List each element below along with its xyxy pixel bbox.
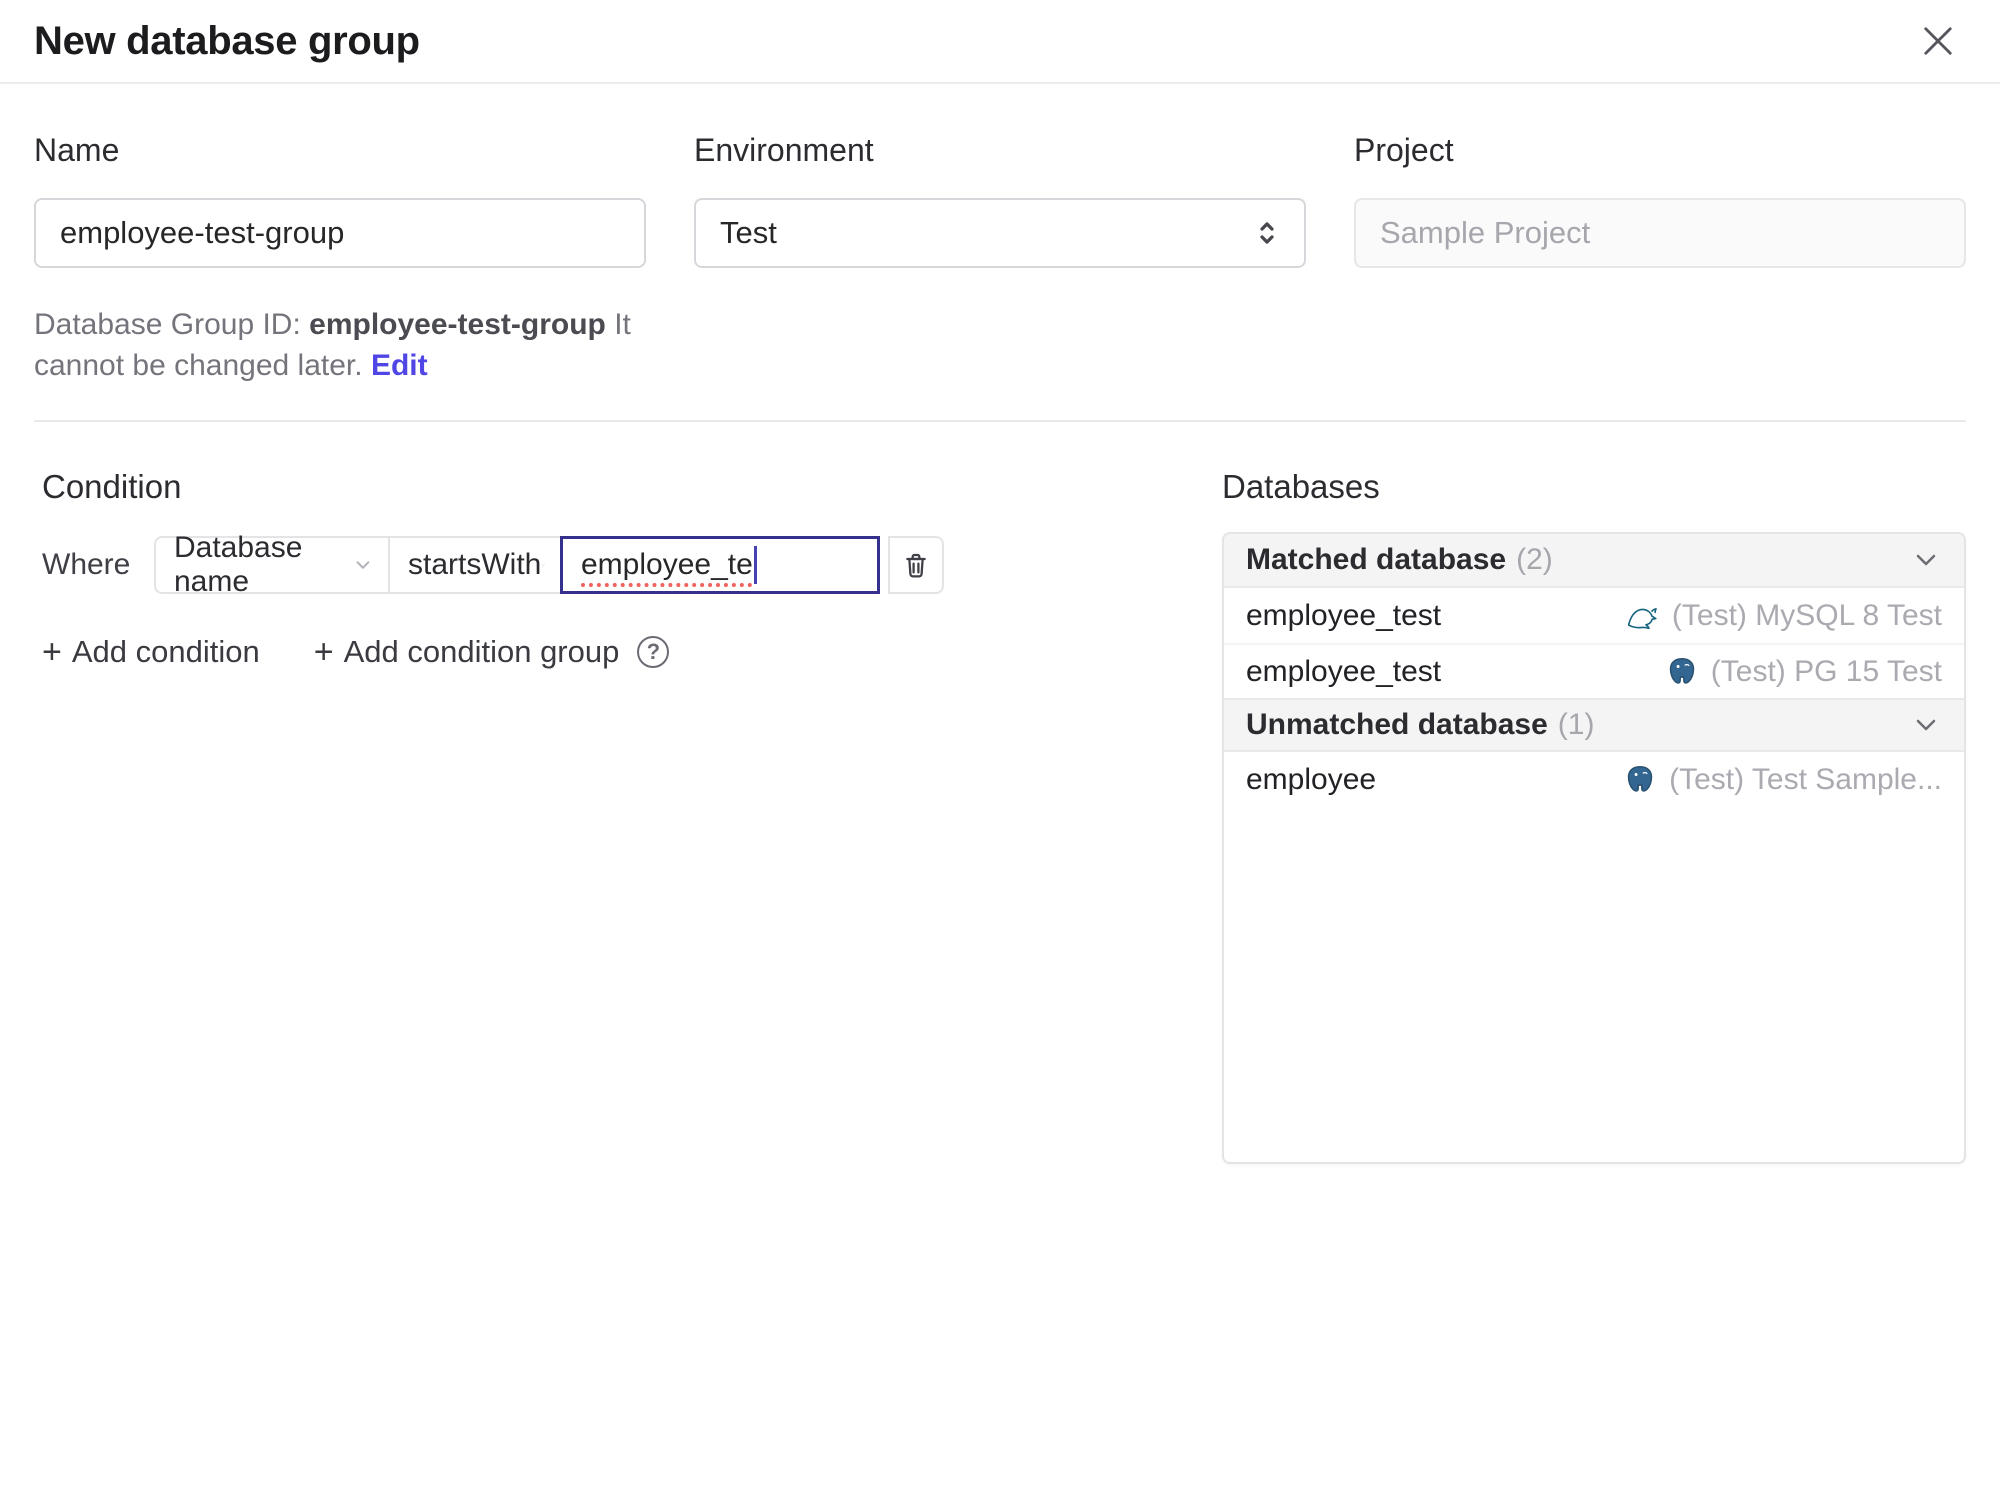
condition-field-value: Database name (174, 531, 303, 598)
project-label: Project (1354, 132, 1454, 168)
postgres-icon (1627, 765, 1653, 792)
group-id-value: employee-test-group (309, 308, 606, 341)
database-name: employee (1246, 762, 1377, 796)
environment-field-group: Environment Test (694, 130, 1306, 386)
condition-section: Condition Where Database name startsWith (34, 466, 1174, 670)
environment-label: Environment (694, 132, 874, 168)
table-row[interactable]: employee (Test) Test Sample... (1224, 752, 1964, 807)
postgres-icon (1669, 657, 1695, 684)
chevron-down-icon (356, 561, 370, 569)
instance-label: (Test) Test Sample... (1669, 762, 1942, 796)
add-condition-group-button[interactable]: + Add condition group (314, 634, 620, 670)
databases-panel: Matched database (2) employee_test (Test)… (1222, 532, 1966, 1164)
group-id-helper: Database Group ID: employee-test-group I… (34, 304, 646, 386)
table-row[interactable]: employee_test (Test) MySQL 8 Test (1224, 588, 1964, 643)
database-name: employee_test (1246, 598, 1442, 632)
project-field-group: Project Sample Project (1354, 130, 1966, 386)
name-field-group: Name Database Group ID: employee-test-gr… (34, 130, 646, 386)
matched-database-count: (2) (1516, 543, 1553, 576)
edit-link[interactable]: Edit (371, 349, 428, 382)
add-condition-group-label: Add condition group (343, 634, 620, 669)
matched-database-header[interactable]: Matched database (2) (1224, 534, 1964, 588)
select-arrows-icon (1260, 222, 1274, 244)
unmatched-database-header[interactable]: Unmatched database (1) (1224, 698, 1964, 752)
helper-prefix: Database Group ID: (34, 308, 310, 341)
dialog-header: New database group (0, 0, 2000, 84)
database-name: employee_test (1246, 654, 1442, 688)
delete-condition-button[interactable] (888, 536, 944, 594)
table-row[interactable]: employee_test (Test) PG 15 Test (1224, 643, 1964, 698)
name-label: Name (34, 132, 120, 168)
mysql-icon (1627, 607, 1657, 629)
close-button[interactable] (1910, 13, 1966, 69)
environment-select[interactable]: Test (694, 198, 1306, 268)
instance-label: (Test) MySQL 8 Test (1671, 598, 1942, 632)
project-value: Sample Project (1380, 215, 1591, 250)
condition-operator-select[interactable]: startsWith (390, 536, 562, 594)
condition-heading: Condition (42, 468, 182, 505)
help-icon[interactable]: ? (637, 636, 670, 668)
trash-icon (906, 553, 926, 578)
text-cursor (753, 546, 757, 584)
section-divider (34, 420, 1966, 422)
add-condition-label: Add condition (71, 634, 260, 669)
unmatched-database-title: Unmatched database (1246, 708, 1548, 741)
condition-row: Where Database name startsWith employee_… (42, 531, 1174, 598)
matched-database-title: Matched database (1246, 543, 1507, 576)
plus-icon: + (313, 633, 334, 671)
condition-operator-value: startsWith (408, 548, 542, 581)
project-input: Sample Project (1354, 198, 1966, 268)
chevron-down-icon (542, 564, 546, 566)
name-input[interactable] (34, 198, 646, 268)
instance-label: (Test) PG 15 Test (1710, 654, 1942, 688)
chevron-down-icon (1916, 554, 1936, 566)
where-label: Where (42, 548, 131, 581)
environment-value: Test (720, 215, 777, 250)
plus-icon: + (42, 633, 62, 671)
form-row: Name Database Group ID: employee-test-gr… (34, 130, 1966, 386)
chevron-down-icon (1916, 719, 1936, 731)
condition-actions: + Add condition + Add condition group ? (42, 634, 1174, 670)
databases-heading: Databases (1222, 468, 1380, 505)
add-condition-button[interactable]: + Add condition (42, 634, 260, 670)
condition-value-input[interactable]: employee_te (560, 536, 880, 594)
databases-section: Databases Matched database (2) employee_t… (1222, 466, 1966, 1164)
condition-value-text: employee_te (581, 548, 753, 581)
close-icon (1924, 27, 1952, 55)
condition-field-select[interactable]: Database name (154, 531, 390, 598)
unmatched-database-count: (1) (1557, 708, 1595, 741)
page-title: New database group (34, 18, 420, 63)
